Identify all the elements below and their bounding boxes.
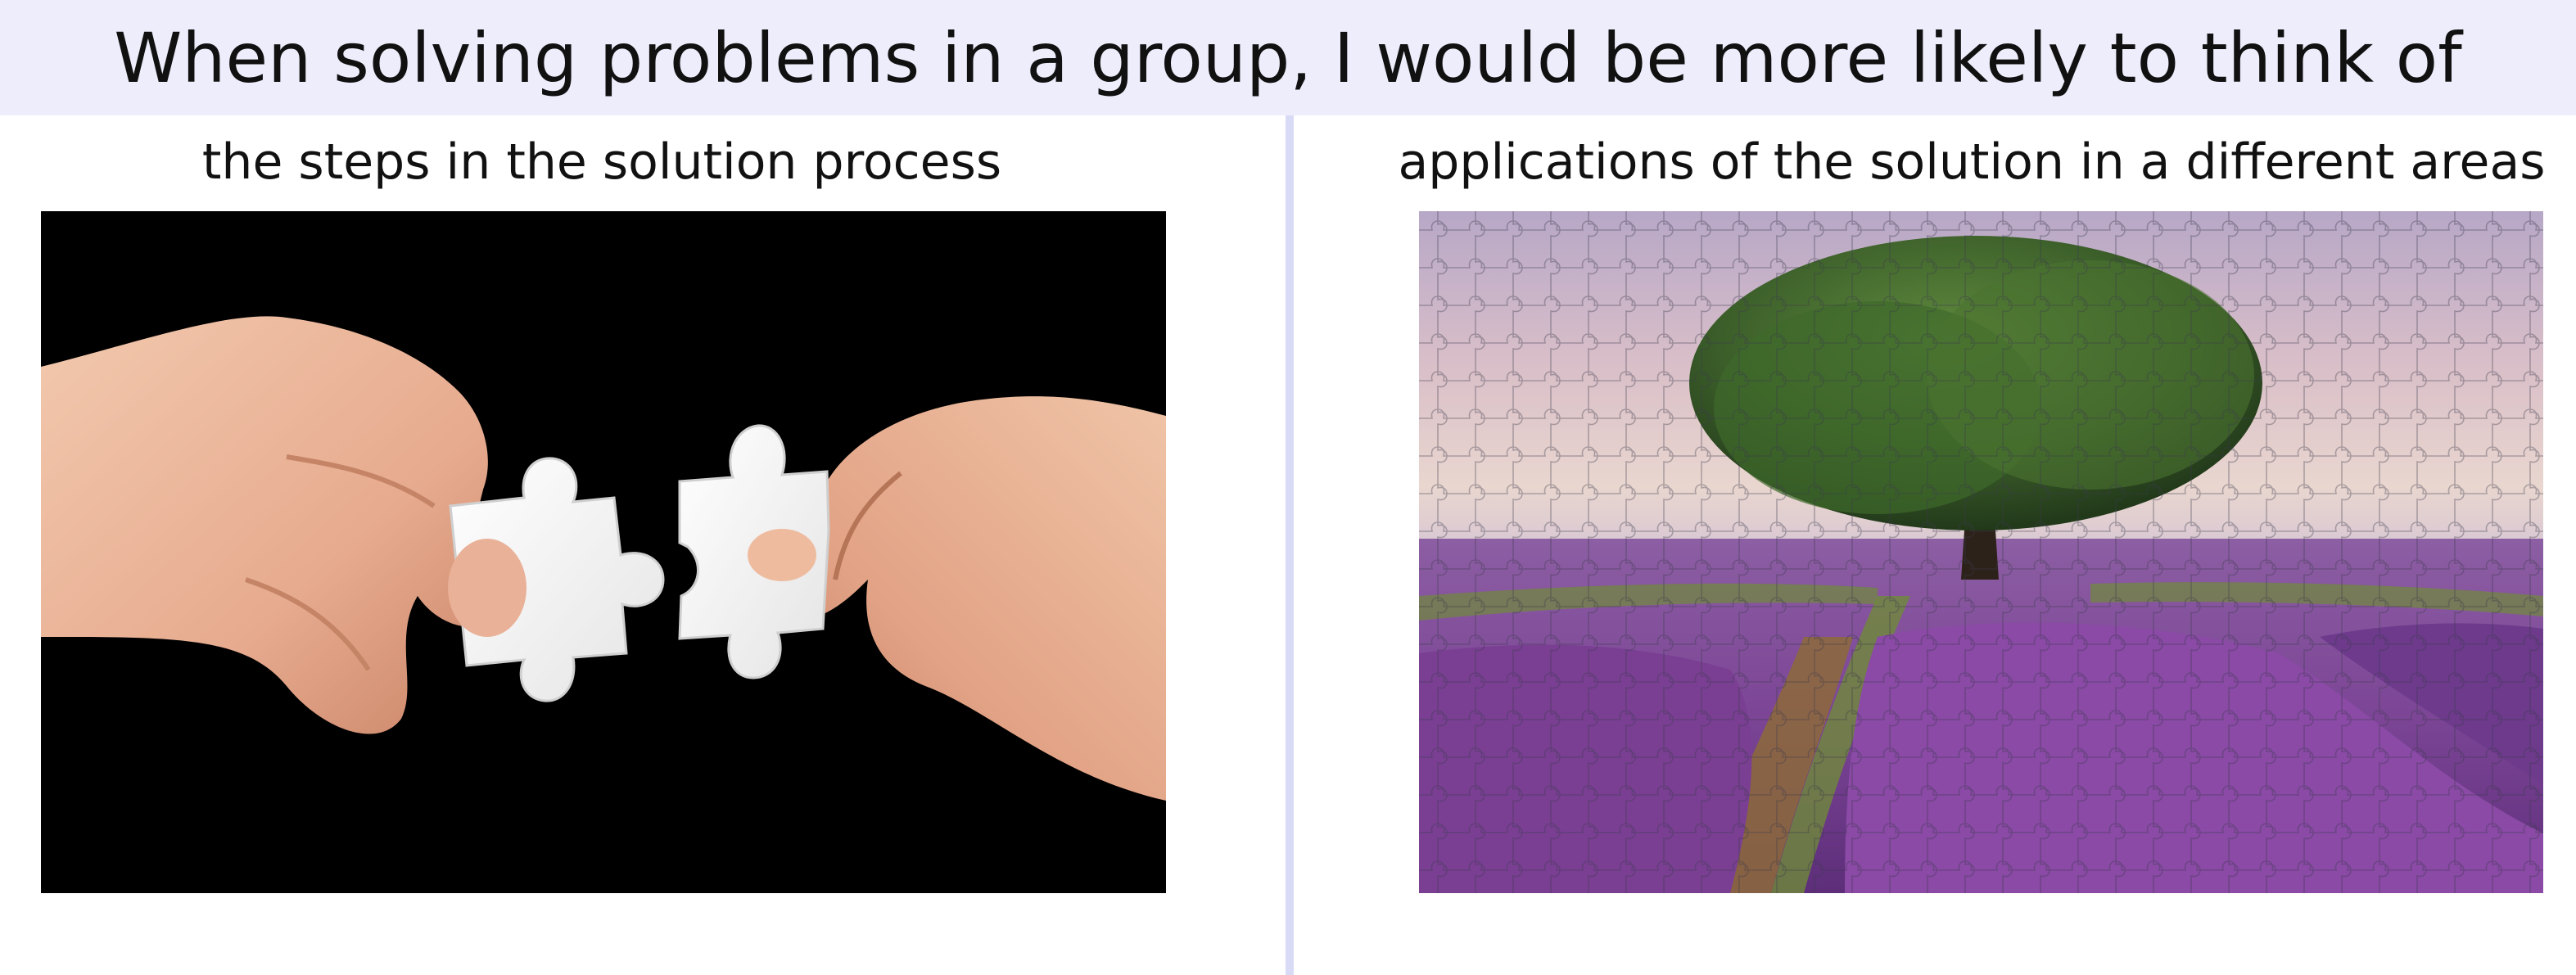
lavender-tree-puzzle-image[interactable] [1419,211,2543,893]
puzzle-hands-illustration [41,211,1166,893]
lavender-tree-illustration [1419,211,2543,893]
question-title: When solving problems in a group, I woul… [114,17,2462,98]
question-header: When solving problems in a group, I woul… [0,0,2576,115]
puzzle-hands-image[interactable] [41,211,1166,893]
option-label-applications: applications of the solution in a differ… [1398,133,2546,191]
column-divider [1286,115,1294,975]
option-label-steps: the steps in the solution process [201,133,1002,191]
